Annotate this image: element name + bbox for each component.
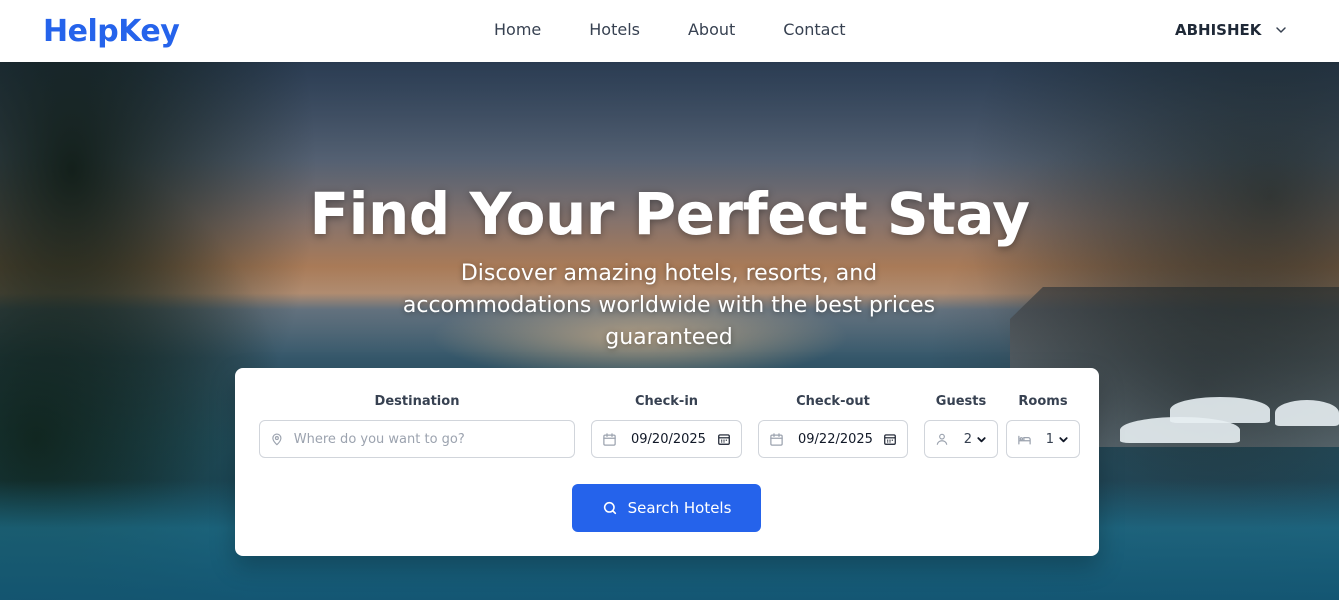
user-icon <box>936 433 948 445</box>
nav-links: Home Hotels About Contact <box>494 20 846 39</box>
checkout-field-group: Check-out 09/22/2025 <box>758 394 908 458</box>
checkin-field[interactable]: 09/20/2025 <box>591 420 742 458</box>
destination-field[interactable] <box>259 420 575 458</box>
chevron-down-icon <box>1059 436 1068 442</box>
guests-label: Guests <box>935 394 987 409</box>
map-pin-icon <box>272 432 282 445</box>
chevron-down-icon <box>977 436 986 442</box>
checkin-date[interactable]: 09/20/2025 <box>631 432 717 447</box>
checkin-field-group: Check-in 09/20/2025 <box>591 394 742 458</box>
calendar-picker-icon[interactable] <box>883 432 897 446</box>
chevron-down-icon <box>1276 27 1287 33</box>
nav-link-hotels[interactable]: Hotels <box>589 20 640 39</box>
search-hotels-button[interactable]: Search Hotels <box>572 484 761 532</box>
checkout-field[interactable]: 09/22/2025 <box>758 420 908 458</box>
search-button-label: Search Hotels <box>627 499 732 517</box>
search-icon <box>603 501 616 515</box>
calendar-icon <box>603 432 616 446</box>
rooms-value: 1 <box>1045 431 1054 447</box>
brand-logo[interactable]: HelpKey <box>43 14 180 49</box>
destination-input[interactable] <box>293 431 564 447</box>
checkout-date[interactable]: 09/22/2025 <box>798 432 883 447</box>
nav-link-contact[interactable]: Contact <box>783 20 845 39</box>
user-name: ABHISHEK <box>1175 21 1262 39</box>
bed-icon <box>1018 435 1031 444</box>
rooms-select[interactable]: 1 <box>1006 420 1080 458</box>
rooms-field-group: Rooms 1 <box>1006 394 1080 458</box>
guests-value: 2 <box>963 431 972 447</box>
checkout-label: Check-out <box>796 394 870 409</box>
nav-link-home[interactable]: Home <box>494 20 541 39</box>
user-menu[interactable]: ABHISHEK <box>1175 21 1289 39</box>
rooms-label: Rooms <box>1018 394 1068 409</box>
hero-subtitle: Discover amazing hotels, resorts, and ac… <box>402 261 936 350</box>
guests-select[interactable]: 2 <box>924 420 998 458</box>
beach-umbrella <box>1170 397 1270 423</box>
calendar-icon <box>770 432 783 446</box>
calendar-picker-icon[interactable] <box>717 432 731 446</box>
guests-field-group: Guests 2 <box>924 394 998 458</box>
navbar: HelpKey Home Hotels About Contact ABHISH… <box>0 0 1339 62</box>
checkin-label: Check-in <box>634 394 699 409</box>
destination-field-group: Destination <box>259 394 575 458</box>
destination-label: Destination <box>374 394 460 409</box>
search-card: Destination Check-in 09/20/2025 Check-ou… <box>235 368 1099 556</box>
hero: Find Your Perfect Stay Discover amazing … <box>0 62 1339 600</box>
hero-title: Find Your Perfect Stay <box>309 180 1030 248</box>
beach-umbrella <box>1275 400 1339 426</box>
nav-link-about[interactable]: About <box>688 20 735 39</box>
